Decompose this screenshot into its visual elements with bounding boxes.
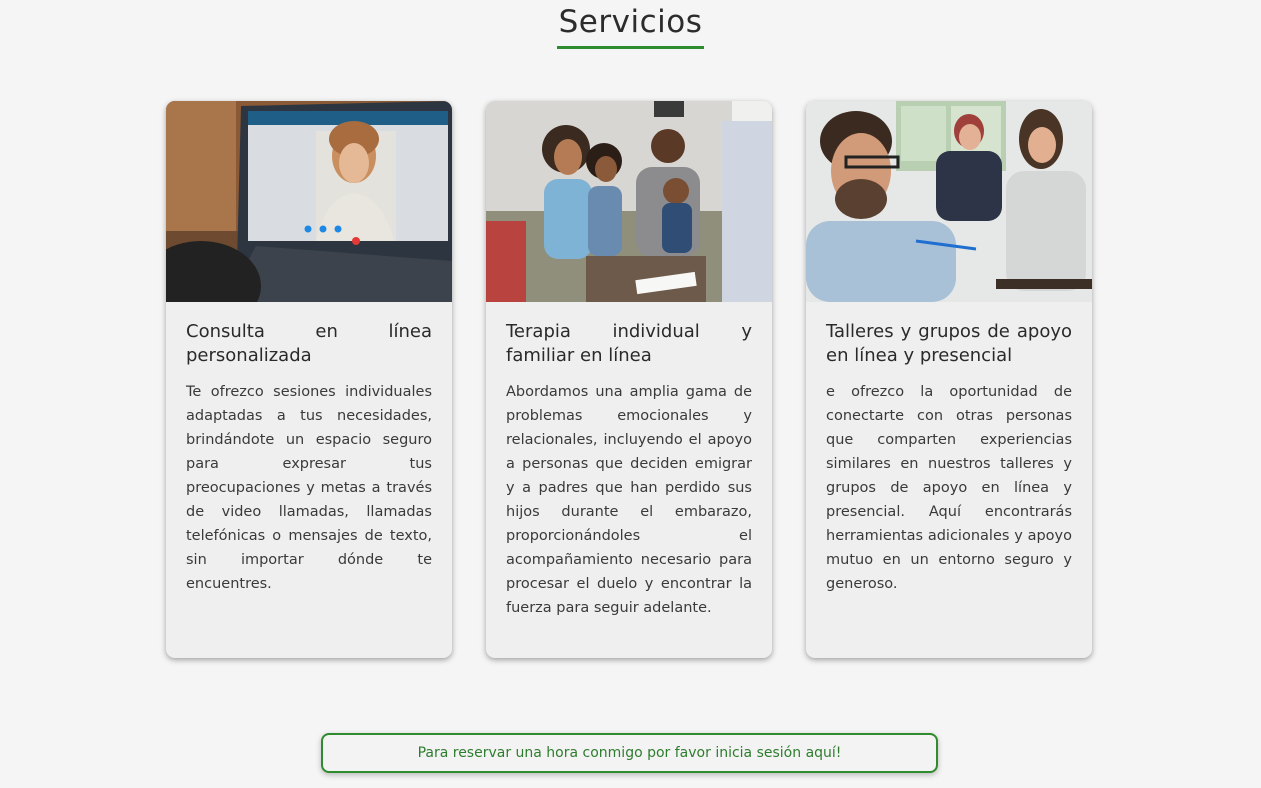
service-description: Abordamos una amplia gama de problemas e… (506, 384, 752, 616)
booking-login-button[interactable]: Para reservar una hora conmigo por favor… (321, 733, 938, 773)
service-card-consulta: Consulta en línea personalizada Te ofrez… (166, 101, 452, 658)
service-card-talleres: Talleres y grupos de apoyo en línea y pr… (806, 101, 1092, 658)
service-title: Talleres y grupos de apoyo en línea y pr… (826, 321, 1072, 366)
service-description: e ofrezco la oportunidad de conectarte c… (826, 384, 1072, 592)
service-description: Te ofrezco sesiones individuales adaptad… (186, 384, 432, 592)
page-title: Servicios (556, 4, 705, 49)
support-group-photo (806, 101, 1092, 302)
video-call-laptop-photo (166, 101, 452, 302)
service-title: Consulta en línea personalizada (186, 321, 432, 366)
family-therapy-photo (486, 101, 772, 302)
service-card-terapia: Terapia individual y familiar en línea A… (486, 101, 772, 658)
service-title: Terapia individual y familiar en línea (506, 321, 752, 366)
